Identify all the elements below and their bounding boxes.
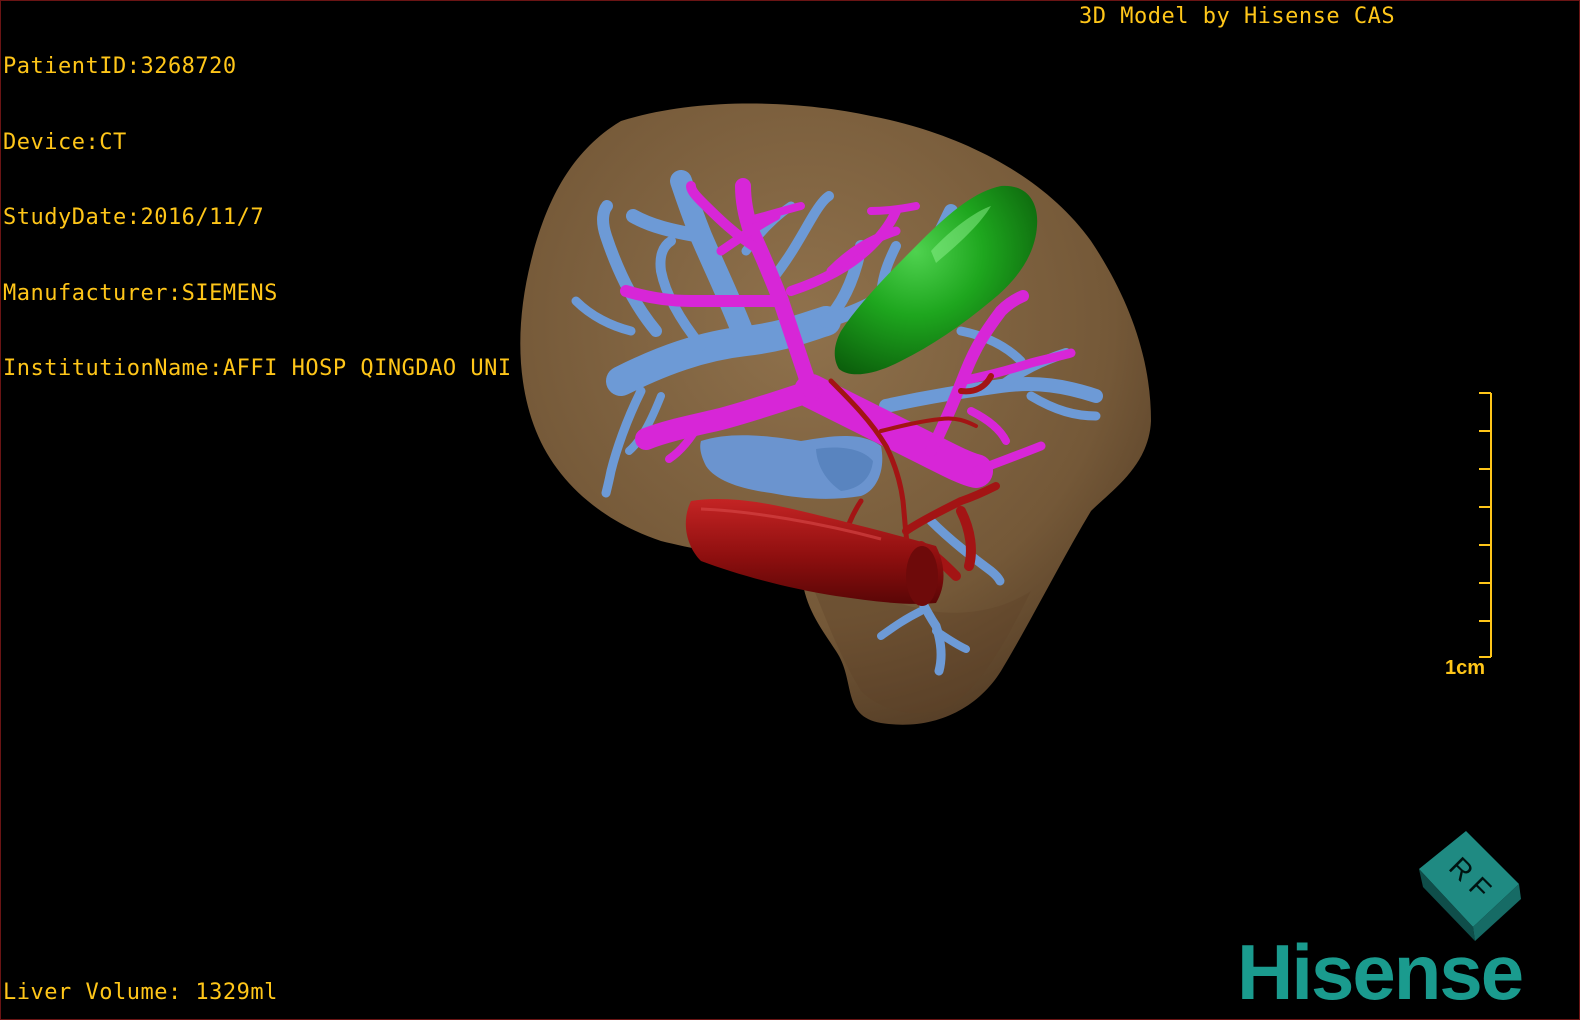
- hisense-logo: Hisense: [1237, 928, 1524, 1016]
- scale-bar: [1479, 392, 1492, 658]
- liver-volume-text: Liver Volume: 1329ml: [3, 980, 278, 1005]
- 3d-viewport[interactable]: PatientID:3268720 Device:CT StudyDate:20…: [0, 0, 1580, 1020]
- ivc-end-cap: [906, 546, 938, 606]
- orientation-cube[interactable]: R F: [1411, 829, 1531, 944]
- scale-bar-label: 1cm: [1445, 657, 1486, 679]
- liver-3d-model[interactable]: [1, 1, 1579, 1019]
